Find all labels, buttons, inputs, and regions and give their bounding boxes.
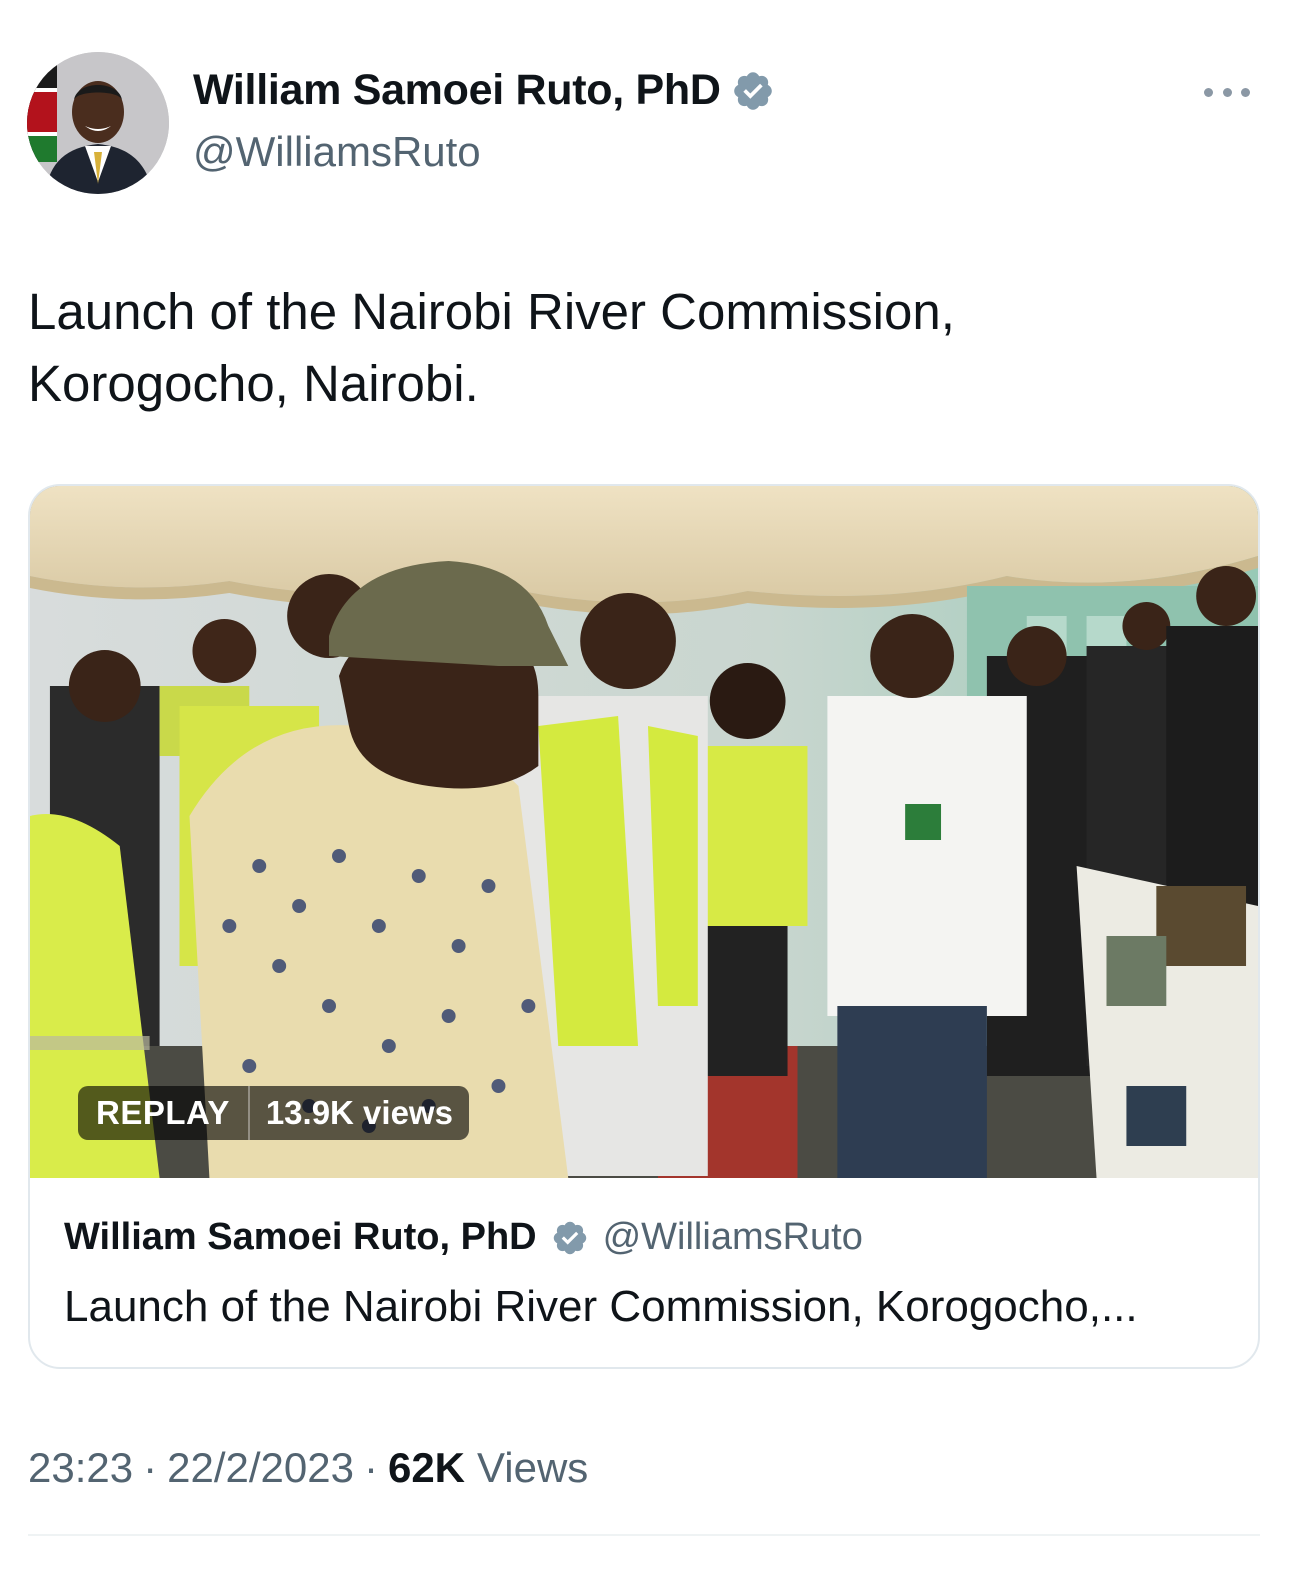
avatar[interactable] (27, 52, 169, 194)
tweet-detail: William Samoei Ruto, PhD @WilliamsRuto L… (0, 0, 1290, 1572)
tweet-text-line: Korogocho, Nairobi. (28, 355, 479, 412)
views-count: 62K (387, 1444, 466, 1491)
tweet-time[interactable]: 23:23 (28, 1444, 133, 1492)
video-player[interactable]: REPLAY 13.9K views (30, 486, 1258, 1178)
verified-badge-icon (551, 1219, 589, 1257)
display-name-text[interactable]: William Samoei Ruto, PhD (193, 66, 721, 115)
tweet-date[interactable]: 22/2/2023 (167, 1444, 354, 1492)
quoted-handle: @WilliamsRuto (602, 1216, 863, 1258)
quoted-display-name: William Samoei Ruto, PhD (64, 1216, 537, 1258)
author-handle[interactable]: @WilliamsRuto (193, 128, 481, 176)
verified-badge-icon[interactable] (731, 69, 775, 113)
quoted-author: William Samoei Ruto, PhD @WilliamsRuto (64, 1216, 863, 1259)
avatar-photo (27, 52, 169, 194)
separator-dot: · (143, 1444, 158, 1491)
display-name[interactable]: William Samoei Ruto, PhD (193, 66, 775, 115)
more-options-icon[interactable] (1204, 80, 1250, 104)
quoted-tweet-card[interactable]: REPLAY 13.9K views William Samoei Ruto, … (28, 484, 1260, 1369)
separator-dot: · (363, 1444, 378, 1491)
tweet-meta: 23:23 · 22/2/2023 · 62K Views (28, 1444, 588, 1492)
views-label: Views (477, 1444, 589, 1491)
video-views-count: 13.9K views (265, 1094, 453, 1131)
tweet-text: Launch of the Nairobi River Commission, … (28, 276, 1258, 420)
quoted-tweet-text: Launch of the Nairobi River Commission, … (64, 1282, 1138, 1331)
video-frame (30, 486, 1258, 1178)
tweet-text-line: Launch of the Nairobi River Commission, (28, 283, 955, 340)
video-overlay: REPLAY 13.9K views (78, 1086, 469, 1140)
divider (28, 1534, 1260, 1536)
replay-button[interactable]: REPLAY (78, 1086, 250, 1140)
